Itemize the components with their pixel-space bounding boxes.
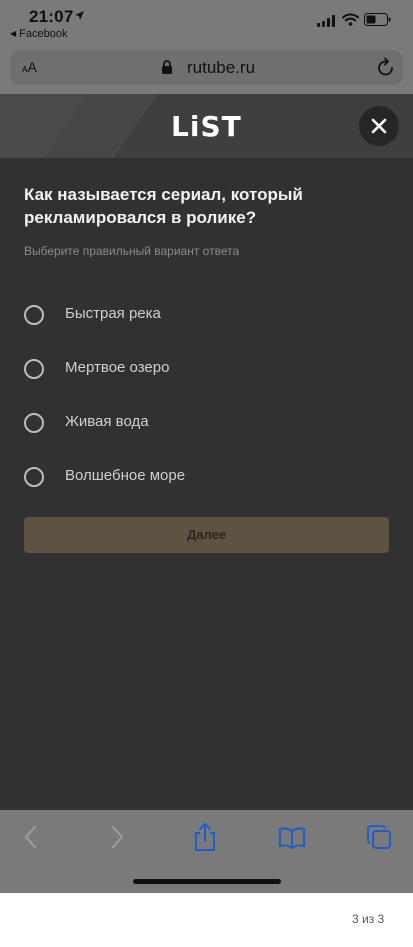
wifi-icon xyxy=(342,13,359,26)
status-time: 21:07 xyxy=(29,7,74,26)
status-bar: 21:07 ◀ Facebook xyxy=(0,0,413,48)
radio-button[interactable] xyxy=(24,413,44,433)
forward-icon[interactable] xyxy=(108,824,126,850)
home-indicator xyxy=(133,879,281,884)
url-text: rutube.ru xyxy=(187,58,256,77)
back-app-label: Facebook xyxy=(19,28,68,40)
quiz-question: Как называется сериал, который рекламиро… xyxy=(24,185,303,227)
answer-option-1[interactable]: Быстрая река xyxy=(24,300,384,330)
bookmarks-icon[interactable] xyxy=(278,827,306,849)
address-bar[interactable]: ᴀA rutube.ru xyxy=(10,50,403,85)
quiz-hint: Выберите правильный вариант ответа xyxy=(24,244,240,258)
next-button-label: Далее xyxy=(186,527,227,542)
answer-label: Волшебное море xyxy=(65,467,186,484)
browser-address-area: ᴀA rutube.ru xyxy=(0,48,413,94)
answer-option-2[interactable]: Мертвое озеро xyxy=(24,354,384,384)
brand-logo: LiST xyxy=(171,110,242,143)
back-icon[interactable] xyxy=(22,824,40,850)
text-size-button[interactable]: ᴀA xyxy=(22,59,37,75)
answer-label: Быстрая река xyxy=(65,305,161,322)
tabs-icon[interactable] xyxy=(366,824,392,850)
answer-option-3[interactable]: Живая вода xyxy=(24,408,384,438)
close-button[interactable] xyxy=(359,106,399,146)
back-to-app-link[interactable]: ◀ Facebook xyxy=(10,28,67,40)
share-icon[interactable] xyxy=(192,822,218,852)
radio-button[interactable] xyxy=(24,359,44,379)
cellular-signal-icon xyxy=(317,15,335,27)
page-counter: 3 из 3 xyxy=(352,912,385,926)
location-arrow-icon xyxy=(75,11,84,20)
lock-icon xyxy=(162,60,172,74)
back-triangle-icon: ◀ xyxy=(10,29,17,38)
answer-label: Живая вода xyxy=(65,413,149,430)
reload-icon[interactable] xyxy=(377,57,395,77)
radio-button[interactable] xyxy=(24,305,44,325)
answer-option-4[interactable]: Волшебное море xyxy=(24,462,384,492)
close-icon xyxy=(371,118,387,134)
radio-button[interactable] xyxy=(24,467,44,487)
next-button[interactable]: Далее xyxy=(24,517,389,553)
answer-label: Мертвое озеро xyxy=(65,359,170,376)
battery-icon xyxy=(364,13,391,26)
